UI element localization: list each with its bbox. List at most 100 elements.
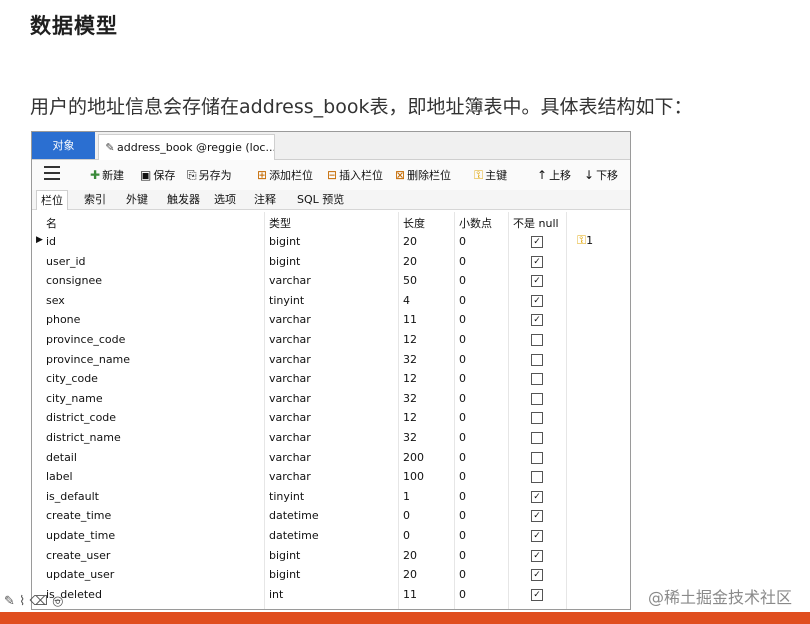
not-null-checkbox[interactable]: ✓ bbox=[531, 510, 543, 523]
field-name[interactable]: label bbox=[46, 470, 73, 483]
field-decimals[interactable]: 0 bbox=[459, 372, 466, 385]
subtab-sql-preview[interactable]: SQL 预览 bbox=[297, 190, 344, 209]
field-decimals[interactable]: 0 bbox=[459, 588, 466, 601]
field-length[interactable]: 1 bbox=[403, 490, 410, 503]
header-type[interactable]: 类型 bbox=[269, 215, 291, 231]
field-name[interactable]: province_name bbox=[46, 353, 130, 366]
move-down-button[interactable]: ↓ 下移 bbox=[584, 160, 618, 190]
field-name[interactable]: city_code bbox=[46, 372, 98, 385]
save-as-button[interactable]: ⎘ 另存为 bbox=[187, 160, 232, 190]
field-type[interactable]: bigint bbox=[269, 235, 300, 248]
field-name[interactable]: update_time bbox=[46, 529, 115, 542]
field-length[interactable]: 4 bbox=[403, 294, 410, 307]
header-decimals[interactable]: 小数点 bbox=[459, 215, 492, 231]
field-decimals[interactable]: 0 bbox=[459, 392, 466, 405]
eraser-icon[interactable]: ⌫ bbox=[30, 594, 48, 609]
field-type[interactable]: varchar bbox=[269, 333, 311, 346]
not-null-checkbox[interactable] bbox=[531, 333, 543, 346]
field-type[interactable]: varchar bbox=[269, 372, 311, 385]
new-button[interactable]: ✚ 新建 bbox=[90, 160, 124, 190]
table-row[interactable]: detail varchar 200 0 bbox=[32, 448, 630, 468]
not-null-checkbox[interactable]: ✓ bbox=[531, 529, 543, 542]
subtab-indexes[interactable]: 索引 bbox=[84, 190, 106, 209]
table-row[interactable]: consignee varchar 50 0 ✓ bbox=[32, 271, 630, 291]
brush-icon[interactable]: ⌇ bbox=[19, 594, 25, 609]
pen-icon[interactable]: ✎ bbox=[4, 594, 15, 609]
table-row[interactable]: province_name varchar 32 0 bbox=[32, 350, 630, 370]
field-decimals[interactable]: 0 bbox=[459, 568, 466, 581]
field-name[interactable]: update_user bbox=[46, 568, 114, 581]
not-null-checkbox[interactable] bbox=[531, 353, 543, 366]
field-name[interactable]: province_code bbox=[46, 333, 125, 346]
not-null-checkbox[interactable]: ✓ bbox=[531, 314, 543, 327]
table-row[interactable]: sex tinyint 4 0 ✓ bbox=[32, 291, 630, 311]
field-name[interactable]: sex bbox=[46, 294, 65, 307]
field-name[interactable]: consignee bbox=[46, 274, 102, 287]
field-length[interactable]: 20 bbox=[403, 235, 417, 248]
field-type[interactable]: bigint bbox=[269, 568, 300, 581]
table-row[interactable]: district_name varchar 32 0 bbox=[32, 428, 630, 448]
field-decimals[interactable]: 0 bbox=[459, 274, 466, 287]
not-null-checkbox[interactable]: ✓ bbox=[531, 490, 543, 503]
field-type[interactable]: datetime bbox=[269, 529, 319, 542]
field-length[interactable]: 12 bbox=[403, 411, 417, 424]
field-length[interactable]: 32 bbox=[403, 353, 417, 366]
table-row[interactable]: label varchar 100 0 bbox=[32, 467, 630, 487]
move-up-button[interactable]: ↑ 上移 bbox=[537, 160, 571, 190]
field-length[interactable]: 0 bbox=[403, 529, 410, 542]
table-row[interactable]: city_name varchar 32 0 bbox=[32, 389, 630, 409]
field-decimals[interactable]: 0 bbox=[459, 294, 466, 307]
not-null-checkbox[interactable]: ✓ bbox=[531, 588, 543, 601]
field-length[interactable]: 32 bbox=[403, 392, 417, 405]
not-null-checkbox[interactable] bbox=[531, 392, 543, 405]
delete-column-button[interactable]: ⊠ 删除栏位 bbox=[395, 160, 451, 190]
field-decimals[interactable]: 0 bbox=[459, 490, 466, 503]
field-type[interactable]: tinyint bbox=[269, 294, 304, 307]
subtab-foreign-keys[interactable]: 外键 bbox=[126, 190, 148, 209]
field-length[interactable]: 20 bbox=[403, 549, 417, 562]
not-null-checkbox[interactable]: ✓ bbox=[531, 255, 543, 268]
field-decimals[interactable]: 0 bbox=[459, 470, 466, 483]
field-name[interactable]: detail bbox=[46, 451, 77, 464]
field-length[interactable]: 32 bbox=[403, 431, 417, 444]
save-button[interactable]: ▣ 保存 bbox=[140, 160, 175, 190]
not-null-checkbox[interactable]: ✓ bbox=[531, 275, 543, 288]
header-length[interactable]: 长度 bbox=[403, 215, 425, 231]
field-length[interactable]: 20 bbox=[403, 568, 417, 581]
field-type[interactable]: varchar bbox=[269, 431, 311, 444]
field-name[interactable]: create_time bbox=[46, 509, 111, 522]
target-icon[interactable]: ◎ bbox=[52, 594, 63, 609]
not-null-checkbox[interactable]: ✓ bbox=[531, 294, 543, 307]
field-decimals[interactable]: 0 bbox=[459, 529, 466, 542]
field-name[interactable]: district_name bbox=[46, 431, 121, 444]
field-type[interactable]: varchar bbox=[269, 353, 311, 366]
tab-address-book[interactable]: ✎ address_book @reggie (loc... bbox=[98, 134, 275, 160]
field-type[interactable]: int bbox=[269, 588, 283, 601]
field-length[interactable]: 50 bbox=[403, 274, 417, 287]
field-type[interactable]: varchar bbox=[269, 274, 311, 287]
header-name[interactable]: 名 bbox=[46, 215, 57, 231]
subtab-triggers[interactable]: 触发器 bbox=[167, 190, 200, 209]
insert-column-button[interactable]: ⊟ 插入栏位 bbox=[327, 160, 383, 190]
field-type[interactable]: varchar bbox=[269, 451, 311, 464]
field-type[interactable]: bigint bbox=[269, 255, 300, 268]
table-row[interactable]: is_default tinyint 1 0 ✓ bbox=[32, 487, 630, 507]
field-decimals[interactable]: 0 bbox=[459, 411, 466, 424]
subtab-comments[interactable]: 注释 bbox=[254, 190, 276, 209]
table-row[interactable]: create_user bigint 20 0 ✓ bbox=[32, 546, 630, 566]
field-decimals[interactable]: 0 bbox=[459, 313, 466, 326]
field-type[interactable]: tinyint bbox=[269, 490, 304, 503]
field-length[interactable]: 12 bbox=[403, 372, 417, 385]
header-not-null[interactable]: 不是 null bbox=[513, 215, 559, 231]
field-name[interactable]: district_code bbox=[46, 411, 116, 424]
field-length[interactable]: 20 bbox=[403, 255, 417, 268]
table-row[interactable]: city_code varchar 12 0 bbox=[32, 369, 630, 389]
field-name[interactable]: user_id bbox=[46, 255, 86, 268]
field-name[interactable]: is_default bbox=[46, 490, 99, 503]
tab-objects[interactable]: 对象 bbox=[32, 132, 95, 159]
table-row[interactable]: phone varchar 11 0 ✓ bbox=[32, 310, 630, 330]
field-length[interactable]: 100 bbox=[403, 470, 424, 483]
subtab-columns[interactable]: 栏位 bbox=[36, 190, 68, 210]
not-null-checkbox[interactable] bbox=[531, 451, 543, 464]
field-decimals[interactable]: 0 bbox=[459, 451, 466, 464]
